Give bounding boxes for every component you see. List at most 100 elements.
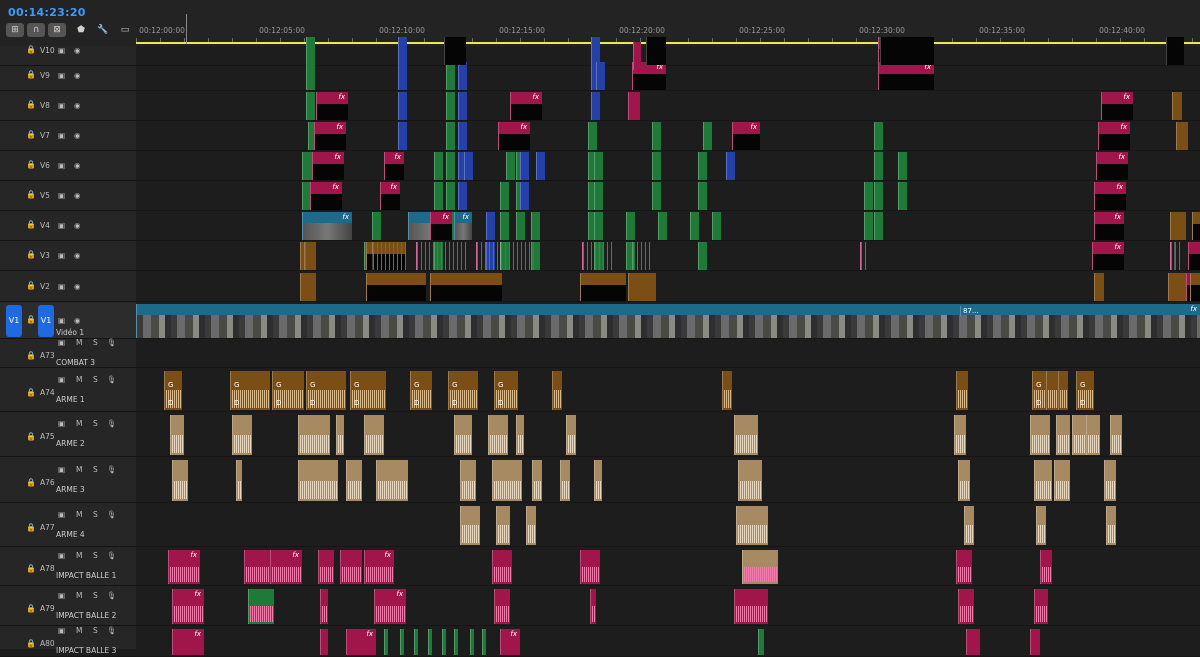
audio-clip[interactable]: fx [500,629,520,655]
video-clip-fx[interactable]: fx [1094,212,1124,240]
audio-clip[interactable] [1058,371,1068,410]
video-lane-v9[interactable] [136,61,1200,91]
video-clip-green[interactable] [698,182,707,210]
audio-clip[interactable] [442,629,446,655]
video-clip-green[interactable] [446,182,455,210]
video-clip-black[interactable] [646,37,666,65]
video-clip-blue[interactable] [596,62,605,90]
toggle-sync-lock-icon[interactable]: ▣ [58,221,65,230]
video-clip-fx[interactable]: fx [314,122,346,150]
video-clip-fx[interactable]: fx [498,122,530,150]
microphone-icon[interactable]: 🎙 [107,626,117,635]
microphone-icon[interactable]: 🎙 [107,510,117,519]
video-clip-green[interactable] [698,152,707,180]
audio-clip[interactable] [298,415,330,455]
lock-icon[interactable]: 🔒 [26,130,36,139]
audio-clip[interactable] [758,629,764,655]
audio-clip[interactable] [454,415,472,455]
video-clip-green[interactable] [698,242,707,270]
linked-selection-icon[interactable]: ⊠ [48,23,66,37]
video-lane-v6[interactable] [136,151,1200,181]
solo-button[interactable]: S [93,375,98,384]
video-clip-green[interactable] [874,212,883,240]
toggle-sync-lock-icon[interactable]: ▣ [58,282,65,291]
insert-overwrite-icon[interactable]: ⊞ [6,23,24,37]
audio-clip[interactable]: GD [494,371,518,410]
video-clip-blue[interactable] [486,212,495,240]
mute-button[interactable]: M [76,551,82,560]
snap-magnet-icon[interactable]: ∩ [27,23,45,37]
video-clip-fx[interactable]: fx [1188,242,1200,270]
video-clip-blue[interactable] [520,152,529,180]
audio-clip[interactable] [320,589,328,624]
video-clip-green[interactable] [874,152,883,180]
video-clip-brown[interactable] [366,273,426,301]
video-clip-blue[interactable] [520,182,529,210]
audio-clip[interactable] [298,460,338,501]
video-clip-fx[interactable]: fx [1092,242,1124,270]
lock-icon[interactable]: 🔒 [26,160,36,169]
audio-clip[interactable] [560,460,570,501]
audio-clip[interactable] [1034,460,1052,501]
lock-icon[interactable]: 🔒 [26,564,36,573]
video-clip-brown[interactable] [580,273,626,301]
video-clip-brown[interactable] [430,273,502,301]
toggle-sync-lock-icon[interactable]: ▣ [58,375,65,384]
audio-clip[interactable] [954,415,966,455]
video-clip-stripes[interactable] [304,242,308,270]
audio-clip[interactable] [376,460,408,501]
audio-clip[interactable] [414,629,418,655]
video-clip-nested[interactable]: fx [454,212,472,240]
video-clip-green[interactable] [372,212,381,240]
lock-icon[interactable]: 🔒 [26,351,36,360]
video-clip-blue[interactable] [398,37,407,65]
video-clip-brown[interactable] [1170,212,1186,240]
audio-clip[interactable] [552,371,562,410]
toggle-sync-lock-icon[interactable]: ▣ [58,131,65,140]
video-clip-green[interactable] [302,152,311,180]
audio-clip[interactable] [956,550,972,584]
toggle-sync-lock-icon[interactable]: ▣ [58,338,65,347]
video-clip-blue[interactable] [591,92,600,120]
microphone-icon[interactable]: 🎙 [107,465,117,474]
video-clip-brown[interactable] [1168,273,1186,301]
microphone-icon[interactable]: 🎙 [107,375,117,384]
audio-clip[interactable] [340,550,362,584]
audio-clip[interactable] [958,460,970,501]
video-clip-black[interactable] [880,37,934,65]
audio-clip[interactable]: GD [350,371,386,410]
video-clip-brown[interactable] [1176,122,1188,150]
video-clip-blue[interactable] [398,62,407,90]
solo-button[interactable]: S [93,626,98,635]
video-clip-green[interactable] [594,152,603,180]
video-clip-green[interactable] [874,182,883,210]
audio-clip[interactable] [1034,589,1048,624]
lock-icon[interactable]: 🔒 [26,250,36,259]
video-clip-green[interactable] [658,212,667,240]
mute-button[interactable]: M [76,465,82,474]
eye-icon[interactable]: ◉ [74,221,81,230]
audio-clip[interactable] [742,550,778,584]
video-clip-fx[interactable]: fx [312,152,344,180]
video-clip-stripes[interactable] [372,242,408,270]
audio-clip[interactable]: GD [1076,371,1094,410]
audio-clip[interactable] [1072,415,1086,455]
audio-clip[interactable] [244,550,270,584]
audio-clip[interactable] [1054,460,1070,501]
lock-icon[interactable]: 🔒 [26,190,36,199]
audio-clip[interactable] [236,460,242,501]
eye-icon[interactable]: ◉ [74,282,81,291]
timeline-tracks[interactable]: fx fx fx fx fx fx fx fx fx fx fx fx fx fx fx fx fx fx fx fx… [136,37,1200,657]
audio-clip[interactable]: fx [168,550,200,584]
audio-clip[interactable] [492,550,512,584]
video-clip-blue[interactable] [458,62,467,90]
lock-icon[interactable]: 🔒 [26,220,36,229]
video-clip-fx[interactable]: fx [380,182,400,210]
audio-clip[interactable] [722,371,732,410]
video-clip-green[interactable] [446,92,455,120]
audio-clip[interactable]: GD [230,371,270,410]
video-clip-fx[interactable]: fx [1098,122,1130,150]
video-clip-green[interactable] [500,182,509,210]
audio-clip[interactable] [470,629,474,655]
video-clip-stripes[interactable] [860,242,866,270]
